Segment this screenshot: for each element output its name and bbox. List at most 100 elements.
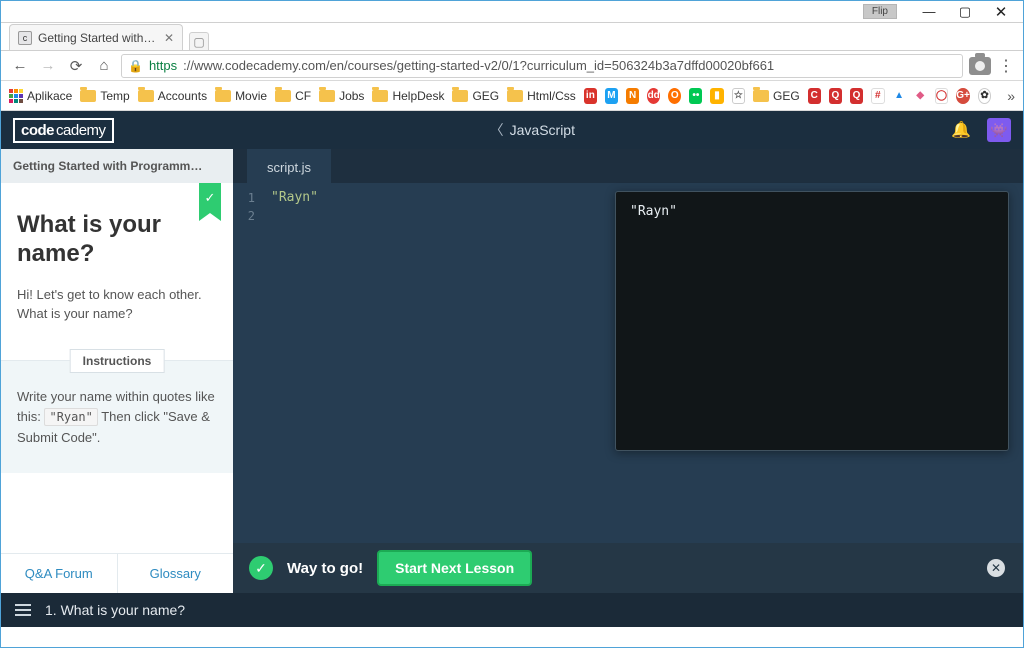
bookmark-chip-icon[interactable]: M — [605, 88, 618, 104]
instructions-code: "Ryan" — [44, 408, 97, 426]
bookmark-chip-icon[interactable]: ☆ — [732, 88, 745, 104]
apps-grid-icon — [9, 89, 23, 103]
output-console[interactable]: "Rayn" — [615, 191, 1009, 451]
check-ribbon-icon: ✓ — [199, 183, 221, 213]
codecademy-logo[interactable]: codecademy — [13, 118, 114, 143]
tab-title: Getting Started with Prog… — [38, 31, 158, 45]
course-breadcrumb[interactable]: 〈 JavaScript — [114, 120, 952, 140]
line-number: 1 — [233, 189, 255, 207]
browser-tabstrip: c Getting Started with Prog… ✕ ▢ — [1, 23, 1023, 51]
editor-gutter: 1 2 — [233, 183, 263, 543]
bookmark-folder[interactable]: Accounts — [138, 89, 207, 103]
file-tab[interactable]: script.js — [247, 149, 331, 183]
url-path: ://www.codecademy.com/en/courses/getting… — [183, 58, 774, 73]
window-minimize-button[interactable]: — — [911, 2, 947, 22]
tab-close-icon[interactable]: ✕ — [164, 31, 174, 45]
bookmark-chip-icon[interactable]: ✿ — [978, 88, 991, 104]
bookmark-chip-icon[interactable]: # — [871, 88, 884, 104]
lesson-breadcrumb[interactable]: Getting Started with Programm… — [1, 149, 233, 183]
bookmark-label: Jobs — [339, 89, 364, 103]
bookmark-label: Movie — [235, 89, 267, 103]
status-close-icon[interactable]: ✕ — [987, 559, 1005, 577]
app-header: codecademy 〈 JavaScript 🔔 👾 — [1, 111, 1023, 149]
bookmark-chip-icon[interactable]: ◆ — [914, 88, 927, 104]
bookmark-chip-icon[interactable]: C — [808, 88, 821, 104]
bookmark-label: GEG — [472, 89, 499, 103]
file-tab-bar: script.js — [233, 149, 1023, 183]
start-next-lesson-button[interactable]: Start Next Lesson — [377, 550, 532, 586]
bookmark-folder[interactable]: GEG — [753, 89, 800, 103]
bookmark-label: Html/Css — [527, 89, 576, 103]
bottom-lesson-label[interactable]: 1. What is your name? — [45, 602, 185, 618]
camera-icon[interactable] — [969, 57, 991, 75]
folder-icon — [275, 90, 291, 102]
folder-icon — [80, 90, 96, 102]
bookmark-chip-icon[interactable]: ▲ — [893, 88, 906, 104]
folder-icon — [372, 90, 388, 102]
bookmark-chip-icon[interactable]: dd — [647, 88, 660, 104]
qa-forum-link[interactable]: Q&A Forum — [1, 554, 118, 593]
tab-favicon: c — [18, 31, 32, 45]
success-check-icon: ✓ — [249, 556, 273, 580]
avatar[interactable]: 👾 — [987, 118, 1011, 142]
address-bar[interactable]: 🔒 https ://www.codecademy.com/en/courses… — [121, 54, 963, 78]
bookmark-chip-icon[interactable]: ▮ — [710, 88, 723, 104]
lesson-title: What is your name? — [17, 211, 217, 269]
bookmark-chip-icon[interactable]: ◯ — [935, 88, 948, 104]
chrome-menu-icon[interactable]: ⋮ — [997, 56, 1015, 76]
bookmark-folder[interactable]: CF — [275, 89, 311, 103]
code-line: "Rayn" — [271, 190, 318, 205]
bookmark-chip-icon[interactable]: O — [668, 88, 681, 104]
course-name: JavaScript — [510, 122, 575, 138]
bookmark-chip-icon[interactable]: Q — [850, 88, 863, 104]
instructions-label: Instructions — [70, 349, 165, 373]
window-maximize-button[interactable]: ▢ — [947, 2, 983, 22]
bookmark-bar: Aplikace Temp Accounts Movie CF Jobs Hel… — [1, 81, 1023, 111]
bookmark-chip-icon[interactable]: •• — [689, 88, 702, 104]
bookmark-folder[interactable]: Temp — [80, 89, 129, 103]
flip-badge: Flip — [863, 4, 897, 19]
back-button[interactable]: ← — [9, 55, 31, 77]
bookmark-chip-icon[interactable]: N — [626, 88, 639, 104]
reload-button[interactable]: ⟳ — [65, 55, 87, 77]
folder-icon — [507, 90, 523, 102]
lesson-description: Hi! Let's get to know each other. What i… — [17, 285, 217, 324]
logo-code: code — [21, 122, 54, 139]
bookmark-folder[interactable]: Html/Css — [507, 89, 576, 103]
new-tab-button[interactable]: ▢ — [189, 32, 209, 50]
bookmark-chip-icon[interactable]: G+ — [956, 88, 970, 104]
workspace: script.js 1 2 "Rayn" "Rayn" ✓ Way — [233, 149, 1023, 593]
apps-shortcut[interactable]: Aplikace — [9, 89, 72, 103]
bookmark-overflow-icon[interactable]: » — [1007, 88, 1015, 104]
hamburger-icon[interactable] — [15, 604, 31, 616]
bookmark-folder[interactable]: GEG — [452, 89, 499, 103]
folder-icon — [452, 90, 468, 102]
logo-cademy: cademy — [56, 122, 106, 139]
folder-icon — [215, 90, 231, 102]
bookmark-folder[interactable]: Movie — [215, 89, 267, 103]
bookmark-label: Temp — [100, 89, 129, 103]
bookmark-folder[interactable]: HelpDesk — [372, 89, 444, 103]
browser-toolbar: ← → ⟳ ⌂ 🔒 https ://www.codecademy.com/en… — [1, 51, 1023, 81]
instructions-text: Write your name within quotes like this:… — [17, 387, 217, 449]
folder-icon — [138, 90, 154, 102]
bookmark-folder[interactable]: Jobs — [319, 89, 364, 103]
window-close-button[interactable]: ✕ — [983, 2, 1019, 22]
status-bar: ✓ Way to go! Start Next Lesson ✕ — [233, 543, 1023, 593]
bookmark-chip-icon[interactable]: in — [584, 88, 597, 104]
folder-icon — [753, 90, 769, 102]
console-line: "Rayn" — [630, 204, 994, 219]
folder-icon — [319, 90, 335, 102]
os-titlebar: Flip — ▢ ✕ — [1, 1, 1023, 23]
bookmark-chip-icon[interactable]: Q — [829, 88, 842, 104]
lesson-panel: Getting Started with Programm… ✓ What is… — [1, 149, 233, 593]
home-button[interactable]: ⌂ — [93, 55, 115, 77]
forward-button[interactable]: → — [37, 55, 59, 77]
glossary-link[interactable]: Glossary — [118, 554, 234, 593]
bell-icon[interactable]: 🔔 — [951, 120, 971, 140]
browser-tab[interactable]: c Getting Started with Prog… ✕ — [9, 24, 183, 50]
bookmark-label: Accounts — [158, 89, 207, 103]
lesson-footer: Q&A Forum Glossary — [1, 553, 233, 593]
bookmark-label: HelpDesk — [392, 89, 444, 103]
status-text: Way to go! — [287, 560, 363, 577]
